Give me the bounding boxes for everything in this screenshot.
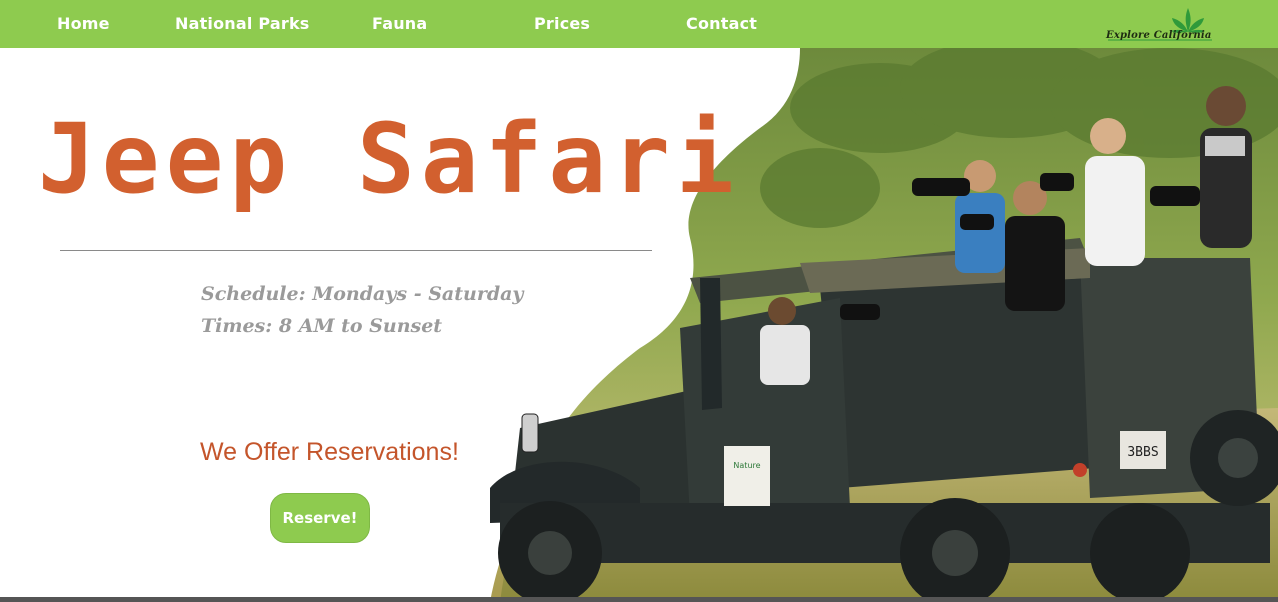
jeep-graphic: 3BBS Nature [490, 238, 1278, 602]
nav-link-prices[interactable]: Prices [534, 0, 590, 48]
title-divider [60, 250, 652, 251]
nav-link-home[interactable]: Home [57, 0, 110, 48]
nav-link-contact[interactable]: Contact [686, 0, 757, 48]
top-navigation: Home National Parks Fauna Prices Contact… [0, 0, 1278, 48]
reserve-button[interactable]: Reserve! [270, 493, 370, 543]
nav-link-fauna[interactable]: Fauna [372, 0, 427, 48]
explore-california-logo[interactable]: Explore California [1100, 2, 1225, 46]
reservations-heading: We Offer Reservations! [200, 438, 459, 466]
logo-text: Explore California [1106, 30, 1212, 41]
bottom-border [0, 597, 1278, 602]
times-text: Times: 8 AM to Sunset [201, 315, 443, 337]
svg-text:Nature: Nature [733, 461, 760, 470]
nav-link-national-parks[interactable]: National Parks [175, 0, 310, 48]
schedule-text: Schedule: Mondays - Saturday [201, 283, 524, 305]
svg-text:3BBS: 3BBS [1127, 445, 1158, 460]
page-title: Jeep Safari [38, 103, 740, 215]
